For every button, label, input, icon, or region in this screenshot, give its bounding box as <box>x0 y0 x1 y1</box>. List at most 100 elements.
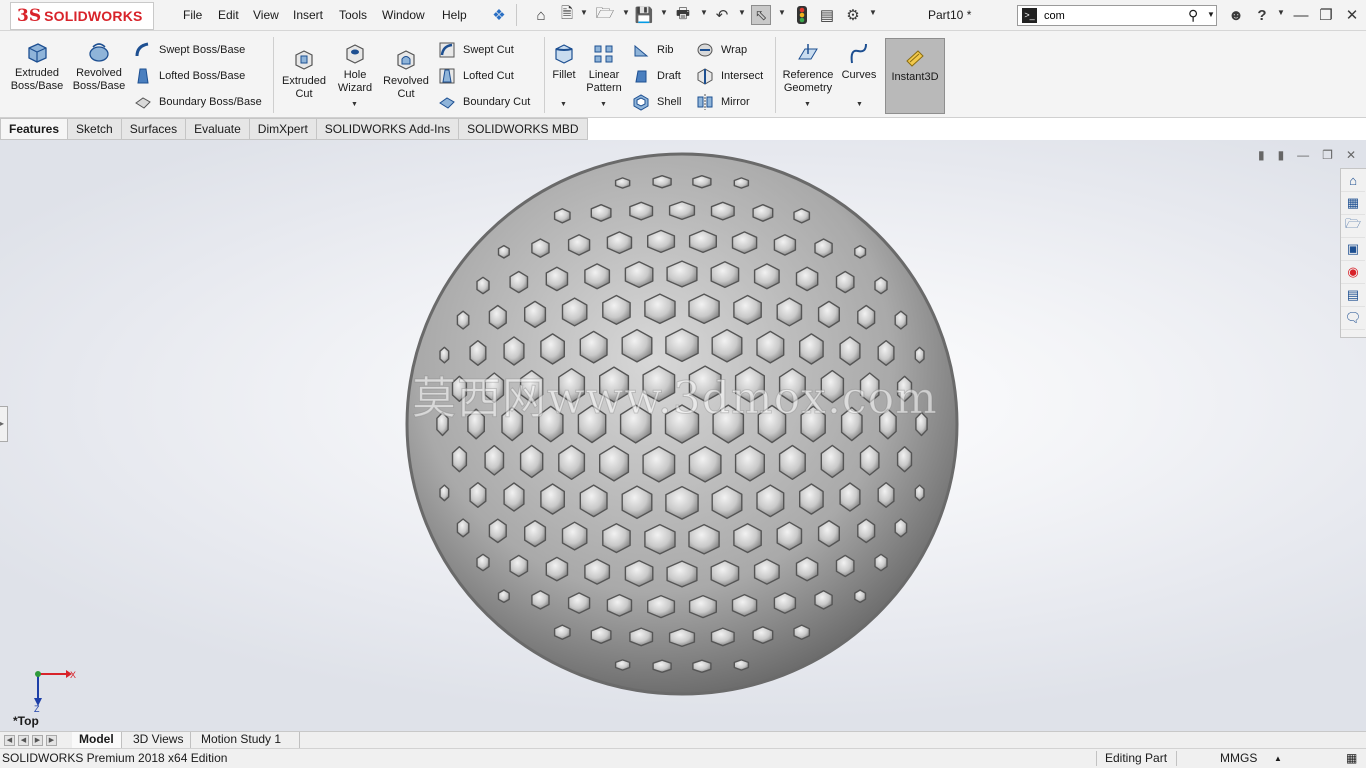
honeycomb-cell[interactable] <box>523 300 547 329</box>
honeycomb-cell[interactable] <box>545 556 569 582</box>
boundary-boss-button[interactable]: Boundary Boss/Base <box>134 93 262 111</box>
chevron-down-icon[interactable]: ▼ <box>804 101 811 108</box>
honeycomb-cell[interactable] <box>688 293 720 325</box>
tab-3d-views[interactable]: 3D Views <box>126 732 192 749</box>
honeycomb-cell[interactable] <box>476 276 490 295</box>
menu-window[interactable]: Window <box>382 8 425 22</box>
honeycomb-cell[interactable] <box>835 554 855 578</box>
honeycomb-cell[interactable] <box>606 231 633 255</box>
honeycomb-cell[interactable] <box>914 346 925 364</box>
chevron-down-icon[interactable]: ▼ <box>600 101 607 108</box>
honeycomb-cell[interactable] <box>688 229 717 254</box>
chevron-down-icon[interactable]: ▼ <box>738 8 746 17</box>
honeycomb-cell[interactable] <box>776 297 803 327</box>
boundary-cut-button[interactable]: Boundary Cut <box>438 93 530 111</box>
honeycomb-cell[interactable] <box>874 276 888 295</box>
honeycomb-cell[interactable] <box>590 626 612 644</box>
honeycomb-cell[interactable] <box>503 336 525 366</box>
tab-mbd[interactable]: SOLIDWORKS MBD <box>459 118 588 140</box>
honeycomb-cell[interactable] <box>793 208 811 224</box>
restore-icon[interactable]: ❐ <box>1322 148 1333 162</box>
tab-dimxpert[interactable]: DimXpert <box>249 118 317 140</box>
fillet-button[interactable]: Fillet <box>548 41 580 82</box>
honeycomb-cell[interactable] <box>614 659 631 671</box>
honeycomb-cell[interactable] <box>503 482 525 512</box>
search-input[interactable] <box>1044 7 1184 24</box>
honeycomb-cell[interactable] <box>710 627 735 647</box>
honeycomb-cell[interactable] <box>710 261 740 289</box>
graphics-viewport[interactable]: ▮ ▮ — ❐ ✕ 莫西网www.3dmox.com X Z *Top ▸ ⌂ … <box>0 140 1366 731</box>
honeycomb-cell[interactable] <box>877 482 895 508</box>
tab-model[interactable]: Model <box>72 732 122 749</box>
honeycomb-cell[interactable] <box>646 229 676 254</box>
honeycomb-cell[interactable] <box>652 175 672 189</box>
user-account-icon[interactable]: ☻ <box>1226 5 1246 25</box>
next-tab-arrow-icon[interactable]: ▶ <box>32 735 43 746</box>
close-icon[interactable]: ✕ <box>1342 5 1362 25</box>
honeycomb-cell[interactable] <box>814 590 833 610</box>
honeycomb-cell[interactable] <box>733 659 750 671</box>
extruded-cut-button[interactable]: Extruded Cut <box>279 47 329 101</box>
revolved-cut-button[interactable]: Revolved Cut <box>381 47 431 101</box>
chevron-down-icon[interactable]: ▼ <box>580 8 588 17</box>
reference-geometry-button[interactable]: Reference Geometry <box>779 41 837 95</box>
draft-button[interactable]: Draft <box>632 67 681 85</box>
unit-system-selector[interactable]: MMGS <box>1220 751 1257 765</box>
feature-tree-flyout-handle[interactable]: ▸ <box>0 406 8 442</box>
honeycomb-cell[interactable] <box>914 484 925 502</box>
honeycomb-cell[interactable] <box>733 294 762 326</box>
honeycomb-cell[interactable] <box>540 333 566 365</box>
restore-icon[interactable]: ❐ <box>1316 5 1336 25</box>
help-icon[interactable]: ? <box>1252 5 1272 25</box>
honeycomb-cell[interactable] <box>439 346 450 364</box>
solidworks-resources-home-icon[interactable]: ⌂ <box>1341 169 1365 192</box>
honeycomb-cell[interactable] <box>629 201 654 221</box>
open-folder-icon[interactable]: 🗁 <box>595 5 615 25</box>
prev-tab-arrow-icon[interactable]: ◀ <box>18 735 29 746</box>
swept-boss-button[interactable]: Swept Boss/Base <box>134 41 245 59</box>
honeycomb-cell[interactable] <box>857 518 876 544</box>
swept-cut-button[interactable]: Swept Cut <box>438 41 514 59</box>
honeycomb-cell[interactable] <box>540 483 566 515</box>
chevron-down-icon[interactable]: ▼ <box>700 8 708 17</box>
appearances-scenes-icon[interactable]: ◉ <box>1341 261 1365 284</box>
honeycomb-cell[interactable] <box>894 518 908 538</box>
extruded-boss-button[interactable]: Extruded Boss/Base <box>10 39 64 93</box>
honeycomb-cell[interactable] <box>602 523 631 554</box>
honeycomb-cell[interactable] <box>773 592 797 614</box>
lofted-boss-button[interactable]: Lofted Boss/Base <box>134 67 245 85</box>
honeycomb-cell[interactable] <box>624 559 654 587</box>
pin-icon[interactable]: ❖ <box>489 5 509 25</box>
honeycomb-cell[interactable] <box>606 593 633 617</box>
honeycomb-cell[interactable] <box>561 297 588 327</box>
chevron-down-icon[interactable]: ▼ <box>856 101 863 108</box>
honeycomb-cell[interactable] <box>835 270 855 294</box>
instant3d-toggle[interactable]: Instant3D <box>885 38 945 114</box>
honeycomb-cell[interactable] <box>553 624 571 640</box>
honeycomb-cell[interactable] <box>590 204 612 222</box>
honeycomb-cell[interactable] <box>820 444 845 479</box>
search-box[interactable]: >_ ⚲ ▼ <box>1017 5 1217 26</box>
honeycomb-cell[interactable] <box>692 175 712 189</box>
honeycomb-cell[interactable] <box>731 231 758 255</box>
tab-sketch[interactable]: Sketch <box>68 118 122 140</box>
honeycomb-cell[interactable] <box>817 519 840 548</box>
honeycomb-cell[interactable] <box>773 234 797 256</box>
honeycomb-cell[interactable] <box>752 204 774 222</box>
menu-edit[interactable]: Edit <box>218 8 239 22</box>
save-icon[interactable]: 💾 <box>634 5 654 25</box>
honeycomb-cell[interactable] <box>795 556 819 582</box>
honeycomb-cell[interactable] <box>817 300 840 329</box>
honeycomb-cell[interactable] <box>545 266 569 292</box>
tab-addins[interactable]: SOLIDWORKS Add-Ins <box>316 118 460 140</box>
honeycomb-cell[interactable] <box>857 304 876 330</box>
honeycomb-cell[interactable] <box>561 521 588 551</box>
minimize-icon[interactable]: — <box>1297 148 1309 162</box>
honeycomb-cell[interactable] <box>795 266 819 292</box>
mirror-button[interactable]: Mirror <box>696 93 750 111</box>
honeycomb-cell[interactable] <box>509 270 529 294</box>
design-library-icon[interactable]: ▦ <box>1341 192 1365 215</box>
honeycomb-cell[interactable] <box>896 446 913 473</box>
honeycomb-cell[interactable] <box>476 553 490 572</box>
chevron-down-icon[interactable]: ▼ <box>560 101 567 108</box>
